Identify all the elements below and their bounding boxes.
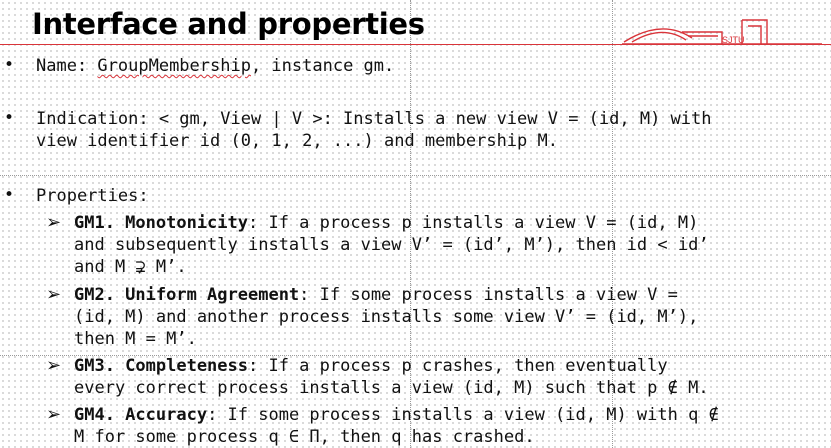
- property-gm1-line-3: and M ⊋ M’.: [74, 257, 187, 277]
- property-gm4-line-1: GM4. Accuracy: If some process installs …: [74, 405, 719, 425]
- arrow-bullet-icon: ➢: [46, 284, 62, 305]
- property-gm3-line-2: every correct process installs a view (i…: [74, 378, 709, 398]
- indication-line-1: Indication: < gm, View | V >: Installs a…: [36, 109, 712, 129]
- name-line: Name: GroupMembership, instance gm.: [36, 56, 395, 76]
- property-gm3-line-1: GM3. Completeness: If a process p crashe…: [74, 356, 668, 376]
- arrow-bullet-icon: ➢: [46, 355, 62, 376]
- property-gm2-line-1: GM2. Uniform Agreement: If some process …: [74, 285, 678, 305]
- module-name: GroupMembership: [97, 56, 251, 76]
- arrow-bullet-icon: ➢: [46, 404, 62, 425]
- indication-line-2: view identifier id (0, 1, 2, ...) and me…: [36, 131, 558, 151]
- properties-label: Properties:: [36, 186, 149, 206]
- property-gm1-line-2: and subsequently installs a view V’ = (i…: [74, 235, 709, 255]
- property-gm4-line-2: M for some process q ∈ Π, then q has cra…: [74, 427, 535, 447]
- property-gm2-line-3: then M = M’.: [74, 329, 197, 349]
- bullet-icon: •: [4, 55, 15, 75]
- property-gm2-line-2: (id, M) and another process installs som…: [74, 307, 699, 327]
- arrow-bullet-icon: ➢: [46, 212, 62, 233]
- bullet-icon: •: [4, 108, 15, 128]
- property-gm1-line-1: GM1. Monotonicity: If a process p instal…: [74, 213, 699, 233]
- bullet-icon: •: [4, 185, 15, 205]
